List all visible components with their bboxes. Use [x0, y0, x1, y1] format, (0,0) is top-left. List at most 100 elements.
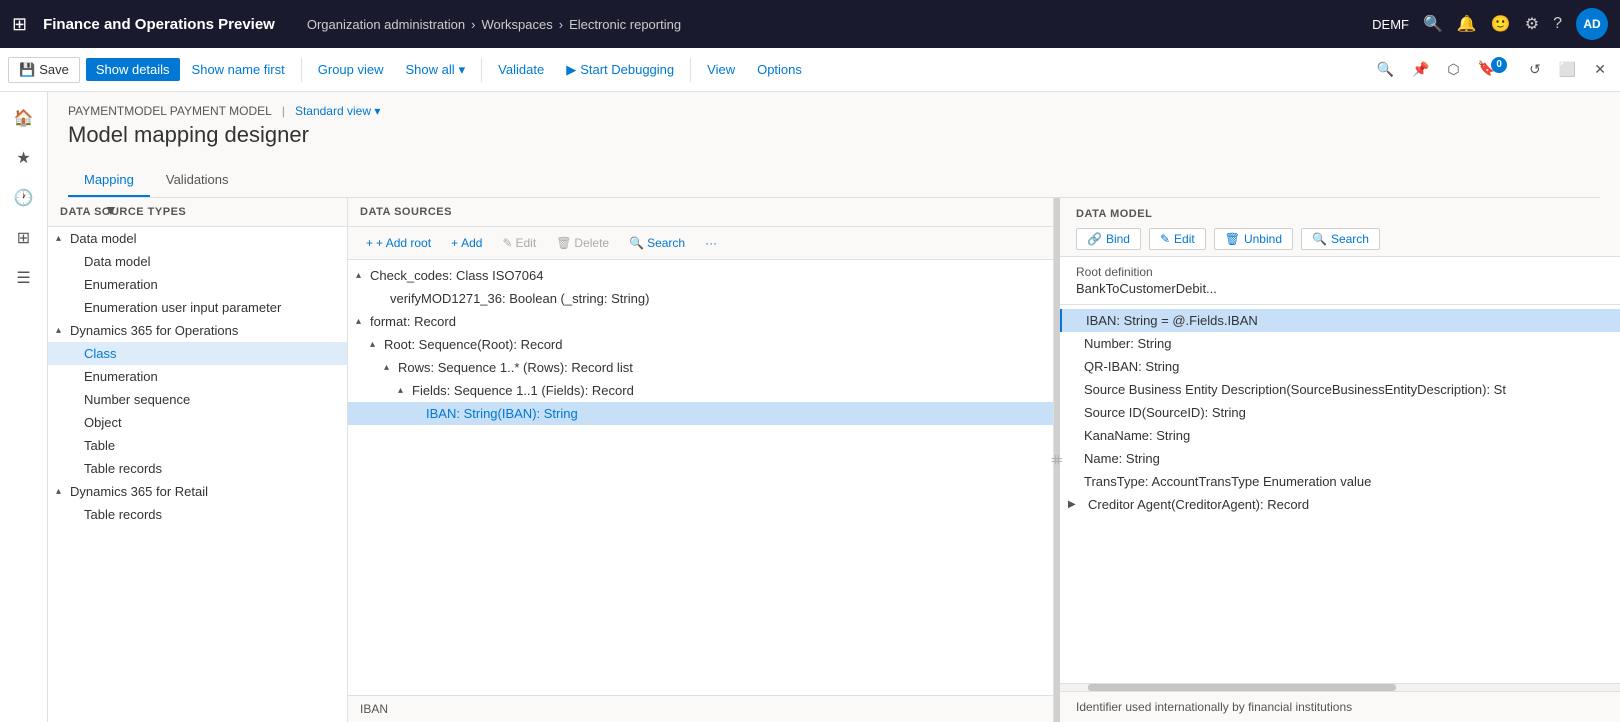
- tab-validations[interactable]: Validations: [150, 164, 245, 197]
- ds-check-codes[interactable]: ▴ Check_codes: Class ISO7064: [348, 264, 1053, 287]
- sidebar-list-icon[interactable]: ☰: [6, 260, 42, 296]
- start-debugging-button[interactable]: ▶ Start Debugging: [556, 58, 684, 82]
- tree-item-enum-userinput[interactable]: Enumeration user input parameter: [48, 296, 347, 319]
- debug-icon: ▶: [566, 62, 576, 78]
- tree-item-label: Number sequence: [84, 392, 190, 407]
- breadcrumb-org[interactable]: Organization administration: [307, 17, 465, 32]
- tab-mapping[interactable]: Mapping: [68, 164, 150, 197]
- search-icon[interactable]: 🔍: [1423, 14, 1443, 34]
- panel-resizer[interactable]: ||: [1054, 198, 1060, 722]
- add-root-button[interactable]: + + Add root: [358, 233, 439, 253]
- panel-datamodel: DATA MODEL 🔗 Bind ✎ Edit 🗑 Unbind: [1060, 198, 1620, 722]
- toolbar-window-icon[interactable]: ⬜: [1553, 57, 1582, 82]
- smiley-icon[interactable]: 🙂: [1491, 14, 1511, 34]
- ds-format[interactable]: ▴ format: Record: [348, 310, 1053, 333]
- breadcrumb-workspaces[interactable]: Workspaces: [481, 17, 552, 32]
- datasource-types-header: DATA SOURCE TYPES: [48, 198, 347, 227]
- sidebar-icons: 🏠 ★ 🕐 ⊞ ☰: [0, 92, 48, 722]
- model-edit-button[interactable]: ✎ Edit: [1149, 228, 1206, 250]
- sidebar-star-icon[interactable]: ★: [6, 140, 42, 176]
- tree-item-datamodel[interactable]: Data model: [48, 250, 347, 273]
- tree-item-retail-table-records[interactable]: Table records: [48, 503, 347, 526]
- more-button[interactable]: ···: [697, 233, 725, 253]
- view-button[interactable]: View: [697, 58, 745, 81]
- show-name-first-button[interactable]: Show name first: [182, 58, 295, 81]
- expand-arrow: ▴: [356, 316, 370, 327]
- model-item-sourcebusiness[interactable]: Source Business Entity Description(Sourc…: [1060, 378, 1620, 401]
- bind-icon: 🔗: [1087, 232, 1102, 246]
- tree-item-enumeration1[interactable]: Enumeration: [48, 273, 347, 296]
- tree-item-label: Fields: Sequence 1..1 (Fields): Record: [412, 383, 634, 398]
- model-item-label: Source Business Entity Description(Sourc…: [1084, 382, 1506, 397]
- tree-item-label: Table records: [84, 461, 162, 476]
- tree-item-enumeration2[interactable]: Enumeration: [48, 365, 347, 388]
- model-item-iban[interactable]: IBAN: String = @.Fields.IBAN: [1060, 309, 1620, 332]
- breadcrumb-pipe: |: [282, 104, 285, 118]
- model-item-sourceid[interactable]: Source ID(SourceID): String: [1060, 401, 1620, 424]
- save-button[interactable]: 💾 Save: [8, 57, 80, 83]
- delete-button[interactable]: 🗑 Delete: [548, 233, 617, 253]
- bind-button[interactable]: 🔗 Bind: [1076, 228, 1141, 250]
- validate-button[interactable]: Validate: [488, 58, 554, 81]
- expand-arrow: ▴: [56, 233, 70, 244]
- tree-item-object[interactable]: Object: [48, 411, 347, 434]
- model-tree: IBAN: String = @.Fields.IBAN Number: Str…: [1060, 305, 1620, 683]
- sidebar-grid-icon[interactable]: ⊞: [6, 220, 42, 256]
- root-def-value: BankToCustomerDebit...: [1076, 281, 1604, 296]
- standard-view-button[interactable]: Standard view ▾: [295, 104, 380, 118]
- model-item-number[interactable]: Number: String: [1060, 332, 1620, 355]
- ds-rows[interactable]: ▴ Rows: Sequence 1..* (Rows): Record lis…: [348, 356, 1053, 379]
- expand-arrow: ▴: [56, 486, 70, 497]
- ds-fields[interactable]: ▴ Fields: Sequence 1..1 (Fields): Record: [348, 379, 1053, 402]
- tree-item-d365ops-group[interactable]: ▴ Dynamics 365 for Operations: [48, 319, 347, 342]
- group-view-button[interactable]: Group view: [308, 58, 394, 81]
- model-item-kananame[interactable]: KanaName: String: [1060, 424, 1620, 447]
- ds-root[interactable]: ▴ Root: Sequence(Root): Record: [348, 333, 1053, 356]
- toolbar-refresh-icon[interactable]: ↺: [1523, 57, 1547, 82]
- sidebar-home-icon[interactable]: 🏠: [6, 100, 42, 136]
- model-search-button[interactable]: 🔍 Search: [1301, 228, 1380, 250]
- add-button[interactable]: + Add: [443, 233, 490, 253]
- toolbar-pin-icon[interactable]: 📌: [1406, 57, 1435, 82]
- app-grid-icon[interactable]: ⊞: [12, 14, 27, 35]
- model-item-transtype[interactable]: TransType: AccountTransType Enumeration …: [1060, 470, 1620, 493]
- bell-icon[interactable]: 🔔: [1457, 14, 1477, 34]
- options-button[interactable]: Options: [747, 58, 812, 81]
- tree-item-table-records[interactable]: Table records: [48, 457, 347, 480]
- tree-item-label: Data model: [84, 254, 150, 269]
- sidebar-clock-icon[interactable]: 🕐: [6, 180, 42, 216]
- user-avatar[interactable]: AD: [1576, 8, 1608, 40]
- add-label: Add: [461, 236, 482, 250]
- toolbar-right: 🔍 📌 ⬡ 🔖0 ↺ ⬜ ✕: [1371, 56, 1612, 83]
- model-item-name[interactable]: Name: String: [1060, 447, 1620, 470]
- save-icon: 💾: [19, 62, 35, 78]
- edit-button[interactable]: ✎ Edit: [494, 233, 544, 253]
- breadcrumb: Organization administration › Workspaces…: [307, 17, 1364, 32]
- show-details-button[interactable]: Show details: [86, 58, 180, 81]
- show-all-button[interactable]: Show all ▾: [396, 58, 476, 82]
- help-icon[interactable]: ?: [1553, 15, 1562, 33]
- filter-icon[interactable]: ▼: [104, 202, 118, 218]
- model-item-qriban[interactable]: QR-IBAN: String: [1060, 355, 1620, 378]
- unbind-button[interactable]: 🗑 Unbind: [1214, 228, 1293, 250]
- tree-item-class[interactable]: Class: [48, 342, 347, 365]
- page-title: Model mapping designer: [68, 122, 1600, 148]
- ds-verify-mod[interactable]: verifyMOD1271_36: Boolean (_string: Stri…: [348, 287, 1053, 310]
- settings-icon[interactable]: ⚙: [1525, 14, 1539, 34]
- hscroll-thumb: [1088, 684, 1396, 691]
- model-horizontal-scrollbar[interactable]: [1060, 683, 1620, 691]
- tree-item-d365retail-group[interactable]: ▴ Dynamics 365 for Retail: [48, 480, 347, 503]
- tree-item-table[interactable]: Table: [48, 434, 347, 457]
- model-item-creditor[interactable]: ▶ Creditor Agent(CreditorAgent): Record: [1060, 493, 1620, 516]
- tree-item-label: Dynamics 365 for Operations: [70, 323, 238, 338]
- toolbar-close-icon[interactable]: ✕: [1588, 57, 1612, 82]
- tree-item-datamodel-group[interactable]: ▴ Data model: [48, 227, 347, 250]
- toolbar-badge-icon[interactable]: 🔖0: [1472, 56, 1517, 83]
- toolbar-expand-icon[interactable]: ⬡: [1441, 57, 1465, 82]
- toolbar-search-icon[interactable]: 🔍: [1371, 57, 1400, 82]
- ds-iban[interactable]: IBAN: String(IBAN): String: [348, 402, 1053, 425]
- tree-item-number-sequence[interactable]: Number sequence: [48, 388, 347, 411]
- datamodel-title: DATA MODEL: [1076, 208, 1604, 220]
- search-button[interactable]: 🔍 Search: [621, 233, 693, 253]
- breadcrumb-electronic[interactable]: Electronic reporting: [569, 17, 681, 32]
